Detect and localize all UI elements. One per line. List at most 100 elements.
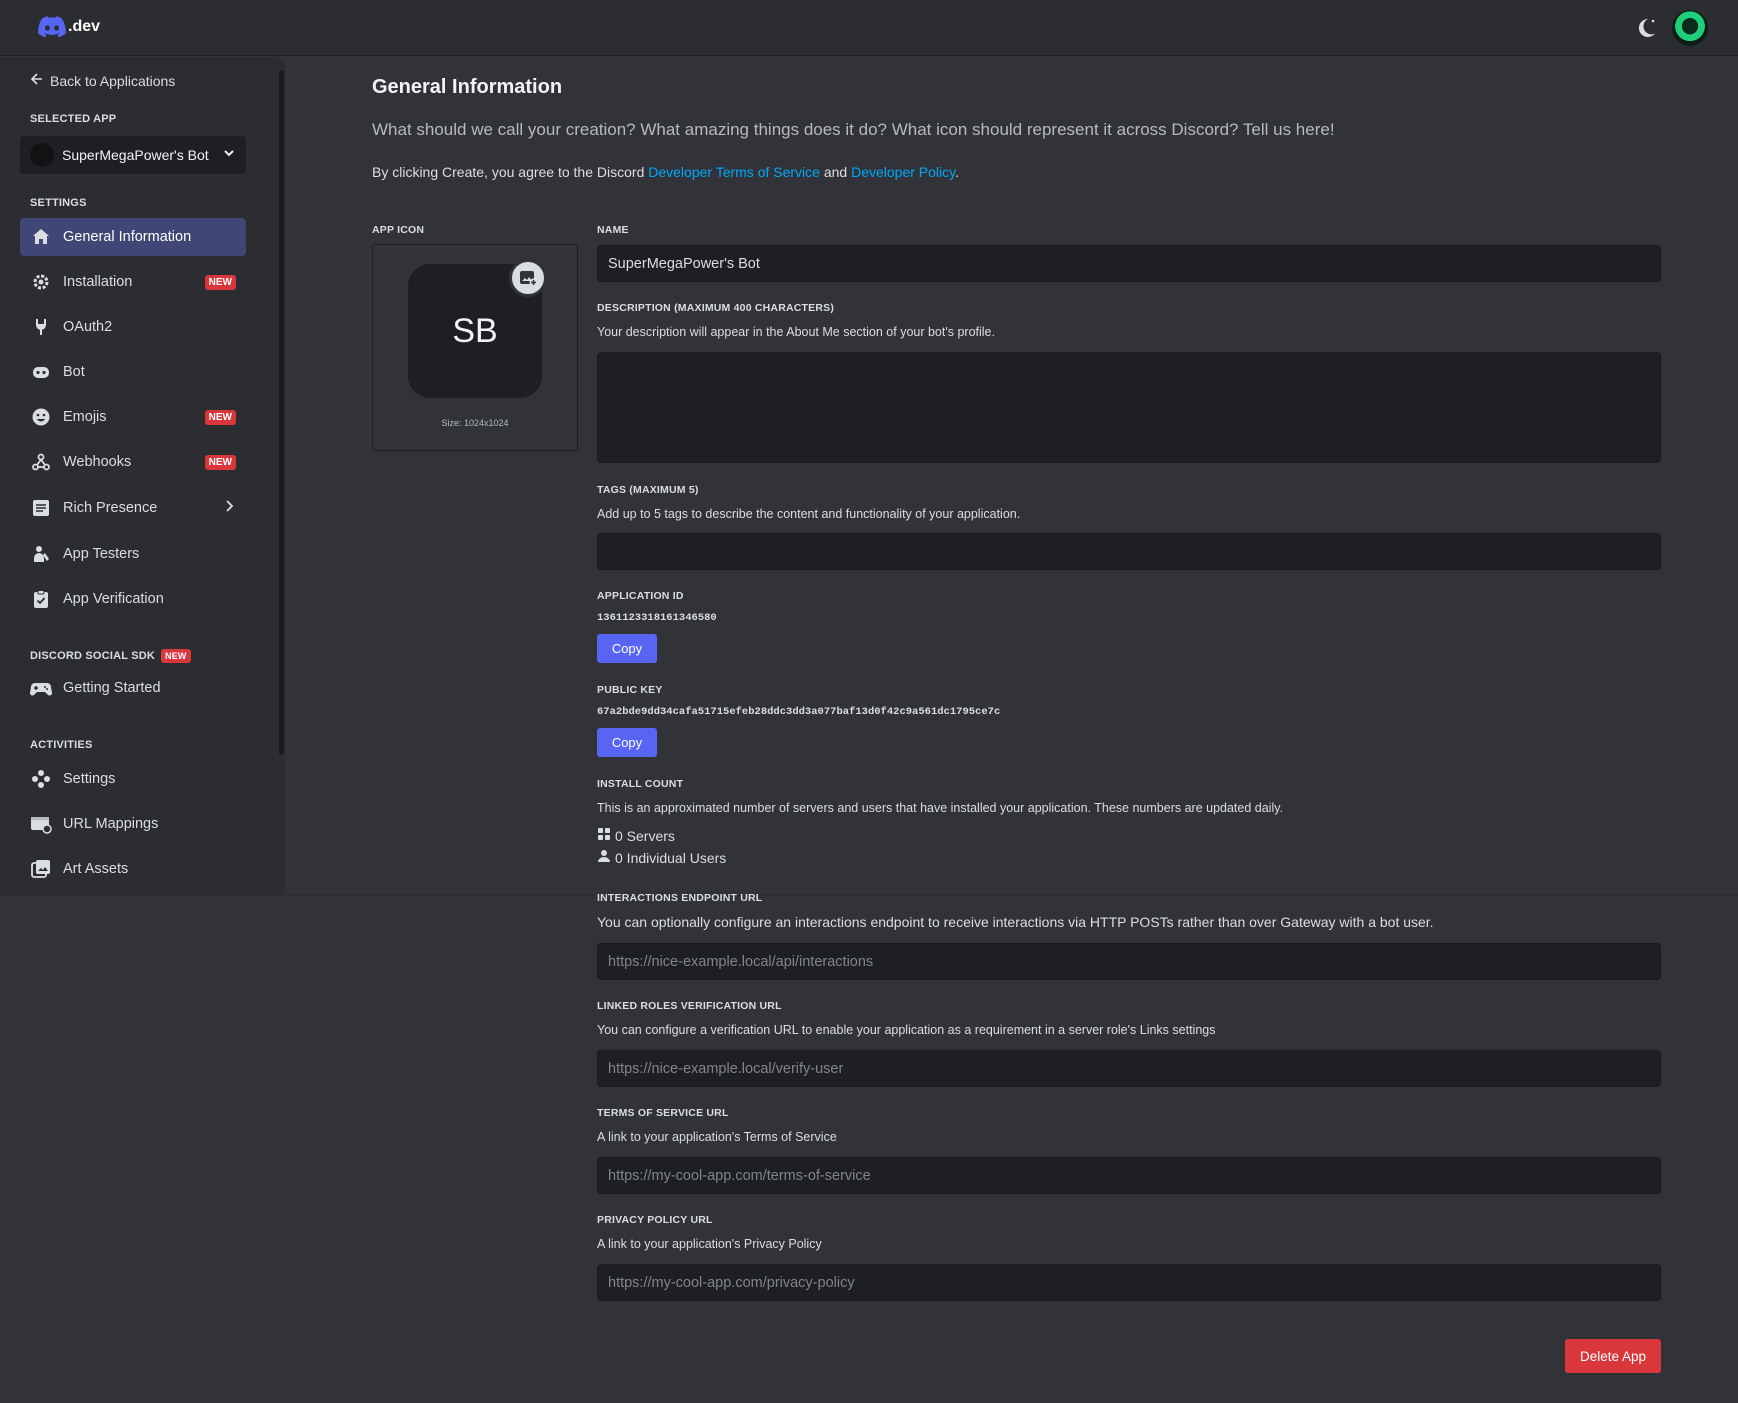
- sidebar-item-webhooks[interactable]: Webhooks NEW: [20, 443, 246, 481]
- copy-application-id-button[interactable]: Copy: [597, 634, 657, 663]
- terms-prefix: By clicking Create, you agree to the Dis…: [372, 164, 645, 180]
- privacy-url-input[interactable]: https://my-cool-app.com/privacy-policy: [597, 1264, 1661, 1301]
- interactions-url-help: You can optionally configure an interact…: [597, 914, 1434, 930]
- settings-heading: SETTINGS: [30, 197, 87, 209]
- linked-roles-url-label: LINKED ROLES VERIFICATION URL: [597, 1000, 782, 1012]
- nav-label: Bot: [63, 364, 85, 380]
- app-avatar: [30, 143, 54, 167]
- activities-settings-icon: [30, 768, 52, 790]
- selected-app-heading: SELECTED APP: [30, 113, 117, 125]
- logo-text: .dev: [68, 18, 101, 35]
- new-badge: NEW: [161, 649, 191, 663]
- discord-dev-logo[interactable]: .dev: [38, 16, 100, 38]
- sidebar-scrollbar-thumb[interactable]: [279, 70, 284, 755]
- user-icon: [597, 849, 611, 866]
- nav-label: Installation: [63, 274, 133, 290]
- home-icon: [30, 226, 52, 248]
- sidebar-item-app-verification[interactable]: App Verification: [20, 580, 246, 618]
- new-badge: NEW: [204, 409, 236, 425]
- linked-roles-url-input[interactable]: https://nice-example.local/verify-user: [597, 1050, 1661, 1087]
- arrow-left-icon: [30, 72, 44, 89]
- developer-policy-link[interactable]: Developer Policy: [851, 164, 955, 180]
- description-label: DESCRIPTION (MAXIMUM 400 CHARACTERS): [597, 302, 835, 314]
- url-mappings-icon: [30, 813, 52, 835]
- chevron-down-icon: [222, 146, 236, 165]
- description-help: Your description will appear in the Abou…: [597, 325, 995, 339]
- person-icon: [30, 543, 52, 565]
- sidebar-item-oauth2[interactable]: OAuth2: [20, 308, 246, 346]
- app-icon-initials: SB: [452, 311, 498, 350]
- tos-url-input[interactable]: https://my-cool-app.com/terms-of-service: [597, 1157, 1661, 1194]
- app-selector[interactable]: SuperMegaPower's Bot: [20, 136, 246, 174]
- back-to-applications-link[interactable]: Back to Applications: [30, 72, 175, 89]
- users-count-text: 0 Individual Users: [615, 849, 727, 866]
- delete-app-button[interactable]: Delete App: [1565, 1339, 1661, 1373]
- activities-heading: ACTIVITIES: [30, 739, 93, 751]
- back-label: Back to Applications: [50, 72, 176, 89]
- nav-label: Settings: [63, 771, 116, 787]
- install-count-label: INSTALL COUNT: [597, 778, 684, 790]
- users-count: 0 Individual Users: [597, 849, 726, 866]
- webhook-icon: [30, 451, 52, 473]
- nav-label: URL Mappings: [63, 816, 159, 832]
- social-sdk-heading: DISCORD SOCIAL SDK NEW: [30, 649, 191, 663]
- nav-label: Getting Started: [63, 680, 161, 696]
- install-count-help: This is an approximated number of server…: [597, 801, 1284, 815]
- smiley-icon: [30, 406, 52, 428]
- nav-label: Rich Presence: [63, 500, 158, 516]
- tags-help: Add up to 5 tags to describe the content…: [597, 507, 1021, 521]
- upload-image-icon[interactable]: [509, 259, 547, 297]
- gamepad-icon: [30, 677, 52, 699]
- app-icon-label: APP ICON: [372, 224, 425, 236]
- tags-label: TAGS (MAXIMUM 5): [597, 484, 699, 496]
- privacy-url-label: PRIVACY POLICY URL: [597, 1214, 713, 1226]
- sidebar-item-emojis[interactable]: Emojis NEW: [20, 398, 246, 436]
- avatar-icon[interactable]: [1672, 10, 1708, 46]
- tags-input[interactable]: [597, 533, 1661, 570]
- sidebar-item-art-assets[interactable]: Art Assets: [20, 850, 246, 888]
- sidebar-item-getting-started[interactable]: Getting Started: [20, 669, 246, 707]
- social-sdk-label: DISCORD SOCIAL SDK: [30, 650, 156, 662]
- interactions-url-label: INTERACTIONS ENDPOINT URL: [597, 892, 763, 904]
- application-id-label: APPLICATION ID: [597, 590, 684, 602]
- app-icon-card[interactable]: SB Size: 1024x1024: [372, 244, 578, 451]
- sidebar-item-bot[interactable]: Bot: [20, 353, 246, 391]
- interactions-url-input[interactable]: https://nice-example.local/api/interacti…: [597, 943, 1661, 980]
- icon-size-note: Size: 1024x1024: [441, 418, 509, 428]
- nav-label: Webhooks: [63, 454, 132, 470]
- terms-notice: By clicking Create, you agree to the Dis…: [372, 164, 959, 180]
- developer-terms-link[interactable]: Developer Terms of Service: [648, 164, 820, 180]
- name-input[interactable]: SuperMegaPower's Bot: [597, 245, 1661, 282]
- copy-public-key-button[interactable]: Copy: [597, 728, 657, 757]
- description-textarea[interactable]: [597, 352, 1661, 463]
- tos-url-help: A link to your application's Terms of Se…: [597, 1130, 837, 1144]
- new-badge: NEW: [204, 454, 236, 470]
- clipboard-check-icon: [30, 588, 52, 610]
- nav-label: App Testers: [63, 546, 140, 562]
- sidebar-item-app-testers[interactable]: App Testers: [20, 535, 246, 573]
- moon-icon[interactable]: [1634, 16, 1658, 40]
- new-badge: NEW: [204, 274, 236, 290]
- wrench-icon: [30, 316, 52, 338]
- name-label: NAME: [597, 224, 629, 236]
- robot-icon: [30, 361, 52, 383]
- nav-label: Art Assets: [63, 861, 129, 877]
- selected-app-name: SuperMegaPower's Bot: [62, 147, 209, 163]
- sidebar-item-url-mappings[interactable]: URL Mappings: [20, 805, 246, 843]
- content-divider: [0, 895, 1738, 896]
- art-assets-icon: [30, 858, 52, 880]
- sidebar-item-installation[interactable]: Installation NEW: [20, 263, 246, 301]
- public-key-label: PUBLIC KEY: [597, 684, 663, 696]
- page-title: General Information: [372, 76, 563, 98]
- terms-and: and: [823, 164, 848, 180]
- sidebar-item-activities-settings[interactable]: Settings: [20, 760, 246, 798]
- terms-suffix: .: [955, 164, 959, 180]
- sidebar-item-rich-presence[interactable]: Rich Presence: [20, 489, 246, 527]
- servers-count-text: 0 Servers: [615, 827, 675, 844]
- sidebar-item-general-information[interactable]: General Information: [20, 218, 246, 256]
- linked-roles-url-help: You can configure a verification URL to …: [597, 1023, 1216, 1037]
- tos-url-label: TERMS OF SERVICE URL: [597, 1107, 729, 1119]
- gear-icon: [30, 271, 52, 293]
- nav-label: OAuth2: [63, 319, 113, 335]
- page-subtitle: What should we call your creation? What …: [372, 120, 1335, 139]
